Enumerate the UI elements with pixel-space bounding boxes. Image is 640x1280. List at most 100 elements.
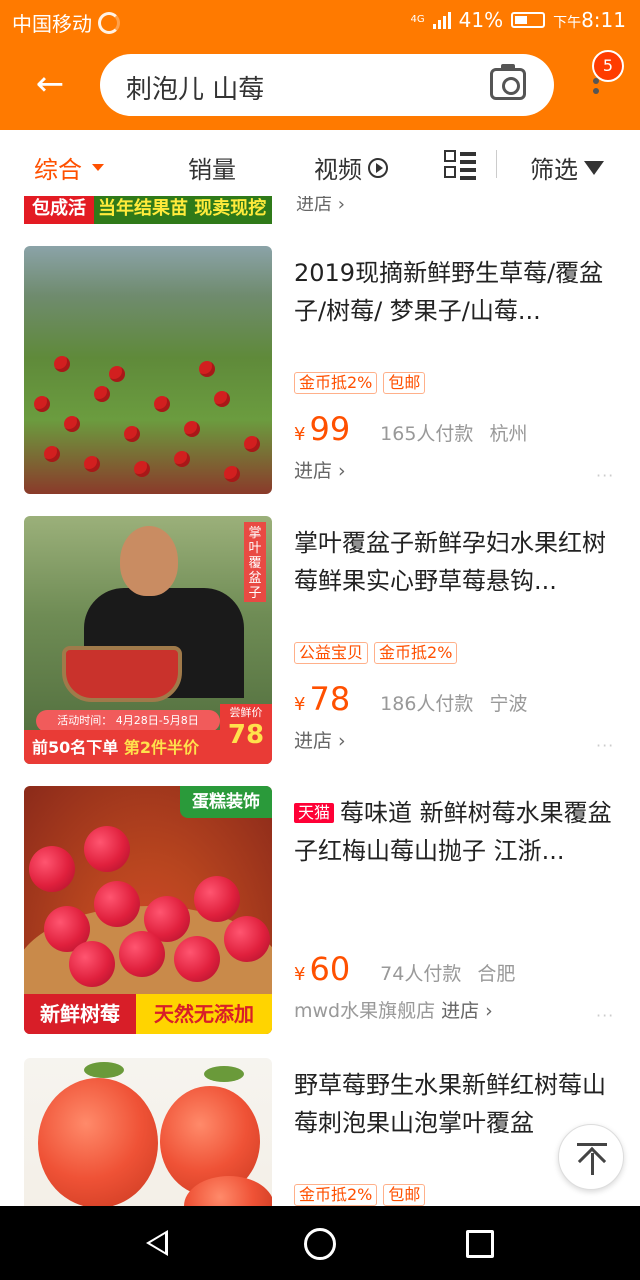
network-type: 4G xyxy=(410,14,425,25)
search-header: ← 刺泡儿 山莓 5 xyxy=(0,44,640,130)
product-price: 60 xyxy=(309,950,351,988)
product-title[interactable]: 天猫 莓味道 新鲜树莓水果覆盆子红梅山莓山抛子 江浙... xyxy=(294,794,614,870)
shop-link-label: 进店 › xyxy=(294,730,346,752)
price-line: ¥ 99 165人付款 杭州 xyxy=(294,410,527,448)
nav-home-icon[interactable] xyxy=(304,1228,336,1260)
thumb-bottom-left: 新鲜树莓 xyxy=(24,994,136,1034)
product-price: 78 xyxy=(309,680,351,718)
seller-location: 杭州 xyxy=(489,423,528,445)
price-line: ¥ 78 186人付款 宁波 xyxy=(294,680,527,718)
tmall-badge: 天猫 xyxy=(294,803,335,823)
product-price: 99 xyxy=(309,410,351,448)
search-input[interactable]: 刺泡儿 山莓 xyxy=(100,54,554,116)
battery-icon xyxy=(511,12,546,28)
camera-icon[interactable] xyxy=(490,64,526,100)
system-nav-bar xyxy=(0,1206,640,1280)
product-tags: 金币抵2% 包邮 xyxy=(294,372,426,394)
seller-location: 宁波 xyxy=(489,693,528,715)
carrier-name: 中国移动 xyxy=(12,12,92,36)
currency-symbol: ¥ xyxy=(294,694,306,715)
product-title-text: 莓味道 新鲜树莓水果覆盆子红梅山莓山抛子 江浙... xyxy=(294,799,612,865)
status-left: 中国移动 xyxy=(12,8,120,37)
tab-comprehensive-label: 综合 xyxy=(34,156,82,184)
sales-count: 165人付款 xyxy=(380,423,474,445)
tab-filter-label: 筛选 xyxy=(530,156,578,184)
currency-symbol: ¥ xyxy=(294,964,306,985)
product-image[interactable] xyxy=(24,1058,272,1206)
thumb-top-label: 蛋糕装饰 xyxy=(180,786,272,818)
tab-sales-label: 销量 xyxy=(188,156,236,184)
product-tags: 公益宝贝 金币抵2% xyxy=(294,642,458,664)
play-circle-icon xyxy=(368,157,388,178)
product-image[interactable]: 蛋糕装饰 新鲜树莓 天然无添加 xyxy=(24,786,272,1034)
product-title[interactable]: 2019现摘新鲜野生草莓/覆盆子/树莓/ 梦果子/山莓... xyxy=(294,254,614,330)
back-arrow-icon[interactable]: ← xyxy=(30,64,70,104)
thumb-price: 78 xyxy=(227,720,265,750)
product-title[interactable]: 掌叶覆盆子新鲜孕妇水果红树莓鲜果实心野草莓悬钩... xyxy=(294,524,614,600)
price-line: ¥ 60 74人付款 合肥 xyxy=(294,950,515,988)
thumb-bottom-right: 天然无添加 xyxy=(136,994,272,1034)
thumb-promo-a: 前50名下单 xyxy=(32,738,119,757)
more-options-icon[interactable]: ··· xyxy=(596,736,614,755)
product-tags: 金币抵2% 包邮 xyxy=(294,1184,426,1206)
tab-divider xyxy=(496,150,497,178)
thumb-price-label: 尝鲜价 xyxy=(229,706,263,719)
funnel-icon xyxy=(584,160,604,175)
tab-sales[interactable]: 销量 xyxy=(188,150,236,185)
shop-link[interactable]: mwd水果旗舰店 进店 › xyxy=(294,996,493,1023)
tab-comprehensive[interactable]: 综合 xyxy=(34,150,104,185)
loading-spinner-icon xyxy=(98,11,120,34)
product-card[interactable]: 野草莓野生水果新鲜红树莓山莓刺泡果山泡掌叶覆盆 金币抵2% 包邮 xyxy=(0,1058,640,1206)
tab-video[interactable]: 视频 xyxy=(314,150,388,185)
tag-coin: 金币抵2% xyxy=(294,1184,378,1206)
sales-count: 74人付款 xyxy=(380,963,462,985)
product-card[interactable]: 蛋糕装饰 新鲜树莓 天然无添加 天猫 莓味道 新鲜树莓水果覆盆子红梅山莓山抛子 江… xyxy=(0,786,640,1036)
shop-link[interactable]: 进店 › xyxy=(294,726,346,753)
tag-charity: 公益宝贝 xyxy=(294,642,369,664)
clock-time: 8:11 xyxy=(581,8,626,32)
sort-tabs: 综合 销量 视频 筛选 xyxy=(0,130,640,196)
tag-free-shipping: 包邮 xyxy=(383,372,426,394)
banner-green-text: 当年结果苗 现卖现挖 xyxy=(98,198,267,219)
tag-coin: 金币抵2% xyxy=(294,372,378,394)
search-query: 刺泡儿 山莓 xyxy=(126,75,265,105)
signal-icon xyxy=(432,11,451,29)
status-bar: 中国移动 4G 41% 下午8:11 xyxy=(0,0,640,44)
tag-coin: 金币抵2% xyxy=(374,642,458,664)
more-options-icon[interactable]: ··· xyxy=(596,1006,614,1025)
tab-video-label: 视频 xyxy=(314,156,362,184)
caret-down-icon xyxy=(92,164,104,171)
more-options-icon[interactable]: ··· xyxy=(596,466,614,485)
tab-filter[interactable]: 筛选 xyxy=(530,150,604,185)
back-to-top-button[interactable] xyxy=(558,1124,624,1190)
sales-count: 186人付款 xyxy=(380,693,474,715)
partial-thumbnail-banner[interactable]: 包成活 当年结果苗 现卖现挖 xyxy=(24,196,272,224)
product-image[interactable] xyxy=(24,246,272,494)
seller-location: 合肥 xyxy=(477,963,516,985)
back-to-top-icon xyxy=(577,1143,607,1146)
thumb-side-label: 掌叶覆盆子 xyxy=(244,522,266,602)
product-title[interactable]: 野草莓野生水果新鲜红树莓山莓刺泡果山泡掌叶覆盆 xyxy=(294,1066,614,1142)
banner-red-text: 包成活 xyxy=(24,196,94,224)
shop-link-label: 进店 › xyxy=(441,1000,493,1022)
nav-recents-icon[interactable] xyxy=(466,1230,494,1258)
thumb-promo-b: 第2件半价 xyxy=(123,738,199,757)
layout-toggle-icon[interactable] xyxy=(444,150,476,180)
battery-percent: 41% xyxy=(458,8,504,32)
shop-link-label: 进店 › xyxy=(294,460,346,482)
shop-link[interactable]: 进店 › xyxy=(294,456,346,483)
currency-symbol: ¥ xyxy=(294,424,306,445)
product-card[interactable]: 掌叶覆盆子 活动时间： 4月28日-5月8日 前50名下单 第2件半价 尝鲜价 … xyxy=(0,516,640,766)
thumb-activity-period: 活动时间： 4月28日-5月8日 xyxy=(36,710,220,732)
shop-name: mwd水果旗舰店 xyxy=(294,1000,436,1022)
thumb-price-box: 尝鲜价 78 xyxy=(220,704,272,764)
product-card[interactable]: 2019现摘新鲜野生草莓/覆盆子/树莓/ 梦果子/山莓... 金币抵2% 包邮 … xyxy=(0,246,640,496)
notification-badge: 5 xyxy=(592,50,624,82)
clock: 下午8:11 xyxy=(553,8,626,32)
partial-shop-link[interactable]: 进店 › xyxy=(296,196,345,216)
product-list: 包成活 当年结果苗 现卖现挖 进店 › 2019现摘新鲜野生草莓/覆盆子/树莓/… xyxy=(0,196,640,1206)
status-right: 4G 41% 下午8:11 xyxy=(411,8,627,32)
tag-free-shipping: 包邮 xyxy=(383,1184,426,1206)
product-image[interactable]: 掌叶覆盆子 活动时间： 4月28日-5月8日 前50名下单 第2件半价 尝鲜价 … xyxy=(24,516,272,764)
clock-period: 下午 xyxy=(553,15,582,31)
